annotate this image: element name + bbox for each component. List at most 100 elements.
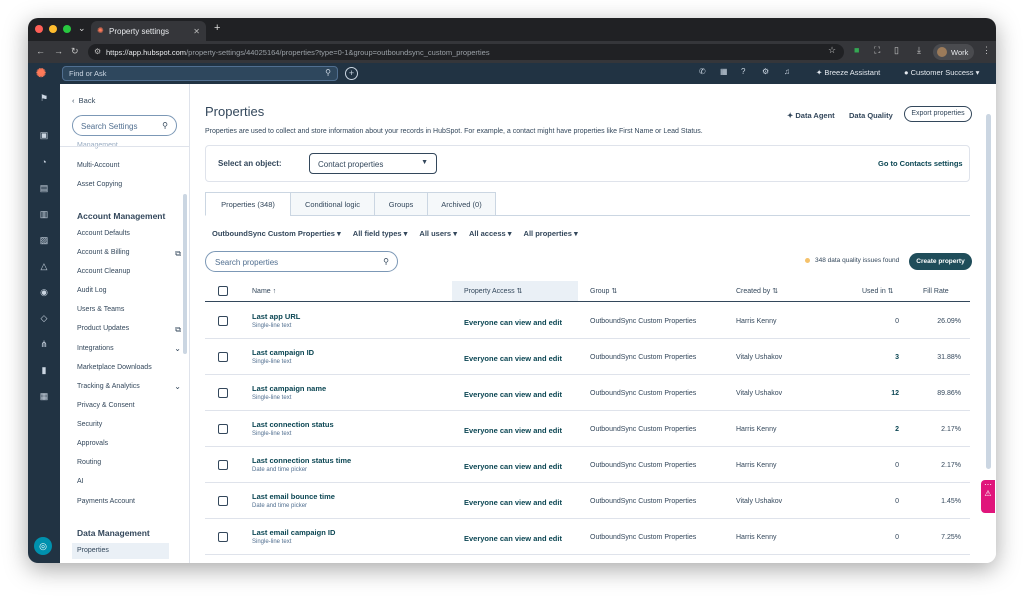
tab-properties[interactable]: Properties (348) <box>205 192 290 216</box>
property-used-in-link[interactable]: 3 <box>845 354 899 361</box>
sidebar-item-multi-account[interactable]: Multi-Account <box>77 162 119 169</box>
side-panel-icon[interactable]: ▯ <box>894 45 899 56</box>
sidebar-item-approvals[interactable]: Approvals <box>77 440 108 447</box>
table-row[interactable]: Last connection status Single-line text … <box>205 411 970 447</box>
row-checkbox[interactable] <box>218 352 228 362</box>
filter-access[interactable]: All access ▾ <box>469 229 512 238</box>
extension-puzzle-icon[interactable]: ⛶ <box>874 45 880 56</box>
account-menu[interactable]: ● Customer Success ▾ <box>904 68 979 77</box>
property-name-link[interactable]: Last email bounce time <box>252 492 335 501</box>
column-header-name[interactable]: Name ↑ <box>252 281 276 302</box>
export-properties-button[interactable]: Export properties <box>904 106 972 122</box>
filter-field-types[interactable]: All field types ▾ <box>353 229 408 238</box>
bookmark-star-icon[interactable]: ☆ <box>828 45 836 56</box>
close-window-button[interactable] <box>35 25 43 33</box>
table-row[interactable]: Last connection status time Date and tim… <box>205 447 970 483</box>
content-icon[interactable]: ▤ <box>38 182 50 194</box>
table-row[interactable]: Last email bounce time Date and time pic… <box>205 483 970 519</box>
property-access-link[interactable]: Everyone can view and edit <box>464 426 562 435</box>
sidebar-item-account-defaults[interactable]: Account Defaults <box>77 230 130 237</box>
filter-group[interactable]: OutboundSync Custom Properties ▾ <box>212 229 341 238</box>
table-row[interactable]: Last email campaign ID Single-line text … <box>205 519 970 555</box>
tab-archived[interactable]: Archived (0) <box>427 192 496 216</box>
database-icon[interactable]: ◉ <box>38 286 50 298</box>
minimize-window-button[interactable] <box>49 25 57 33</box>
reload-icon[interactable]: ↻ <box>71 46 79 57</box>
chevron-down-icon[interactable]: ⌄ <box>174 344 181 353</box>
global-search-input[interactable]: Find or Ask ⚲ <box>62 66 338 81</box>
hubspot-logo-icon[interactable]: ✺ <box>36 66 46 80</box>
property-used-in-link[interactable]: 2 <box>845 426 899 433</box>
sidebar-item-audit-log[interactable]: Audit Log <box>77 287 107 294</box>
property-access-link[interactable]: Everyone can view and edit <box>464 390 562 399</box>
row-checkbox[interactable] <box>218 532 228 542</box>
browser-menu-icon[interactable]: ⋮ <box>982 45 991 56</box>
network-icon[interactable]: ⋔ <box>38 338 50 350</box>
settings-gear-icon[interactable]: ⚙ <box>762 67 769 76</box>
row-checkbox[interactable] <box>218 388 228 398</box>
property-access-link[interactable]: Everyone can view and edit <box>464 354 562 363</box>
row-checkbox[interactable] <box>218 316 228 326</box>
site-info-icon[interactable]: ⚙ <box>94 47 101 56</box>
table-row[interactable]: Last campaign ID Single-line text Everyo… <box>205 339 970 375</box>
settings-search-input[interactable]: Search Settings ⚲ <box>72 115 177 136</box>
sidebar-item-account-cleanup[interactable]: Account Cleanup <box>77 268 130 275</box>
commerce-icon[interactable]: ▥ <box>38 208 50 220</box>
sidebar-item-ai[interactable]: AI <box>77 478 84 485</box>
contacts-icon[interactable]: ▣ <box>38 129 50 141</box>
sidebar-item-product-updates[interactable]: Product Updates <box>77 325 129 332</box>
sidebar-item-routing[interactable]: Routing <box>77 459 101 466</box>
tab-conditional-logic[interactable]: Conditional logic <box>290 192 374 216</box>
tab-list-icon[interactable]: ⌄ <box>78 23 86 34</box>
reports-icon[interactable]: ▮ <box>38 364 50 376</box>
property-access-link[interactable]: Everyone can view and edit <box>464 318 562 327</box>
back-link[interactable]: ‹ Back <box>72 96 95 105</box>
sidebar-item-integrations[interactable]: Integrations <box>77 345 114 352</box>
row-checkbox[interactable] <box>218 424 228 434</box>
forward-arrow-icon[interactable]: → <box>54 46 63 56</box>
column-header-property-access[interactable]: Property Access ⇅ <box>464 281 522 302</box>
filter-users[interactable]: All users ▾ <box>419 229 457 238</box>
quick-create-button[interactable]: + <box>345 67 358 80</box>
profile-chip[interactable]: Work <box>933 44 975 60</box>
row-checkbox[interactable] <box>218 496 228 506</box>
marketplace-icon[interactable]: ▦ <box>720 67 728 76</box>
column-header-fill-rate[interactable]: Fill Rate <box>923 281 949 302</box>
sidebar-item-security[interactable]: Security <box>77 421 102 428</box>
search-properties-input[interactable]: Search properties ⚲ <box>205 251 398 272</box>
sidebar-item-tracking-analytics[interactable]: Tracking & Analytics <box>77 383 140 390</box>
tab-groups[interactable]: Groups <box>374 192 427 216</box>
column-header-created-by[interactable]: Created by ⇅ <box>736 281 778 302</box>
property-access-link[interactable]: Everyone can view and edit <box>464 462 562 471</box>
notifications-bell-icon[interactable]: ♫ <box>784 67 790 76</box>
chevron-down-icon[interactable]: ⌄ <box>174 382 181 391</box>
bookmark-icon[interactable]: ⚑ <box>38 92 50 104</box>
sidebar-item-users-teams[interactable]: Users & Teams <box>77 306 124 313</box>
close-tab-icon[interactable]: ✕ <box>193 27 200 36</box>
back-arrow-icon[interactable]: ← <box>36 46 45 56</box>
sidebar-item-account-billing[interactable]: Account & Billing <box>77 249 130 256</box>
help-icon[interactable]: ? <box>741 67 745 76</box>
property-name-link[interactable]: Last app URL <box>252 312 300 321</box>
row-checkbox[interactable] <box>218 460 228 470</box>
filter-properties[interactable]: All properties ▾ <box>524 229 578 238</box>
create-property-button[interactable]: Create property <box>909 253 972 270</box>
extension-icon[interactable]: ■ <box>854 45 859 55</box>
zoom-window-button[interactable] <box>63 25 71 33</box>
new-tab-icon[interactable]: + <box>214 22 220 34</box>
column-header-group[interactable]: Group ⇅ <box>590 281 617 302</box>
data-quality-issues-link[interactable]: 348 data quality issues found <box>805 257 899 264</box>
go-to-contacts-settings-link[interactable]: Go to Contacts settings <box>878 159 963 168</box>
service-icon[interactable]: ▨ <box>38 234 50 246</box>
library-icon[interactable]: ▦ <box>38 390 50 402</box>
table-row[interactable]: Last campaign name Single-line text Ever… <box>205 375 970 411</box>
select-all-checkbox[interactable] <box>218 286 228 296</box>
sidebar-item-properties[interactable]: Properties <box>77 547 109 554</box>
sidebar-item-privacy-consent[interactable]: Privacy & Consent <box>77 402 135 409</box>
main-scrollbar[interactable] <box>986 114 991 469</box>
property-used-in-link[interactable]: 12 <box>845 390 899 397</box>
browser-tab[interactable]: ✺ Property settings ✕ <box>91 21 206 41</box>
property-name-link[interactable]: Last connection status time <box>252 456 351 465</box>
property-access-link[interactable]: Everyone can view and edit <box>464 498 562 507</box>
feedback-widget-icon[interactable]: ⋯ ⚠ <box>981 480 995 513</box>
